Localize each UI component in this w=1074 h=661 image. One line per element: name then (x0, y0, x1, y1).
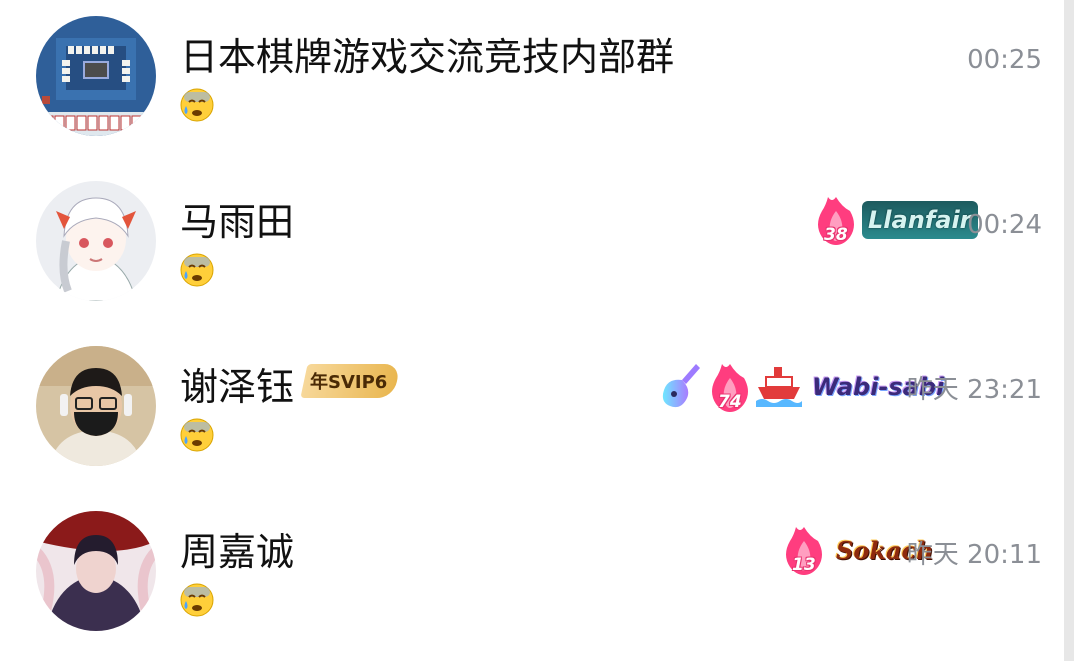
chat-list: 日本棋牌游戏交流竞技内部群 00:25 马雨田 38 Llanfair 00:2… (0, 0, 1064, 661)
flame-level-icon: 13 (782, 525, 826, 575)
chat-time: 00:24 (967, 210, 1042, 240)
chat-name: 日本棋牌游戏交流竞技内部群 (180, 35, 675, 79)
flame-level: 74 (718, 392, 742, 412)
badge-group: 38 Llanfair (814, 195, 978, 245)
svip-badge: 年SVIP6 (300, 364, 401, 398)
chat-time: 昨天 23:21 (906, 375, 1042, 405)
anxious-sweat-emoji-icon (180, 583, 214, 617)
chat-row-4[interactable]: 周嘉诚 13 Sokach 昨天 20:11 (0, 495, 1064, 660)
person-with-mask-avatar[interactable] (36, 346, 156, 466)
guitar-icon (658, 360, 704, 414)
flame-level: 38 (824, 225, 848, 245)
svip-label: 年SVIP6 (310, 372, 388, 393)
chat-time: 昨天 20:11 (906, 540, 1042, 570)
anime-girl-avatar[interactable] (36, 181, 156, 301)
chat-name: 马雨田 (180, 200, 295, 244)
word-badge: Llanfair (862, 201, 978, 239)
flame-level: 13 (792, 555, 816, 575)
chat-name: 谢泽钰 (180, 365, 295, 409)
flame-level-icon: 74 (708, 362, 752, 412)
ship-icon (756, 363, 802, 411)
anime-boy-avatar[interactable] (36, 511, 156, 631)
scrollbar[interactable] (1064, 0, 1074, 661)
anxious-sweat-emoji-icon (180, 88, 214, 122)
chat-name: 周嘉诚 (180, 530, 295, 574)
anxious-sweat-emoji-icon (180, 418, 214, 452)
chat-row-3[interactable]: 谢泽钰 年SVIP6 74 Wabi-sabi 昨天 23:21 (0, 330, 1064, 495)
mahjong-group-avatar[interactable] (36, 16, 156, 136)
flame-level-icon: 38 (814, 195, 858, 245)
chat-time: 00:25 (967, 45, 1042, 75)
chat-row-1[interactable]: 日本棋牌游戏交流竞技内部群 00:25 (0, 0, 1064, 165)
chat-row-2[interactable]: 马雨田 38 Llanfair 00:24 (0, 165, 1064, 330)
anxious-sweat-emoji-icon (180, 253, 214, 287)
